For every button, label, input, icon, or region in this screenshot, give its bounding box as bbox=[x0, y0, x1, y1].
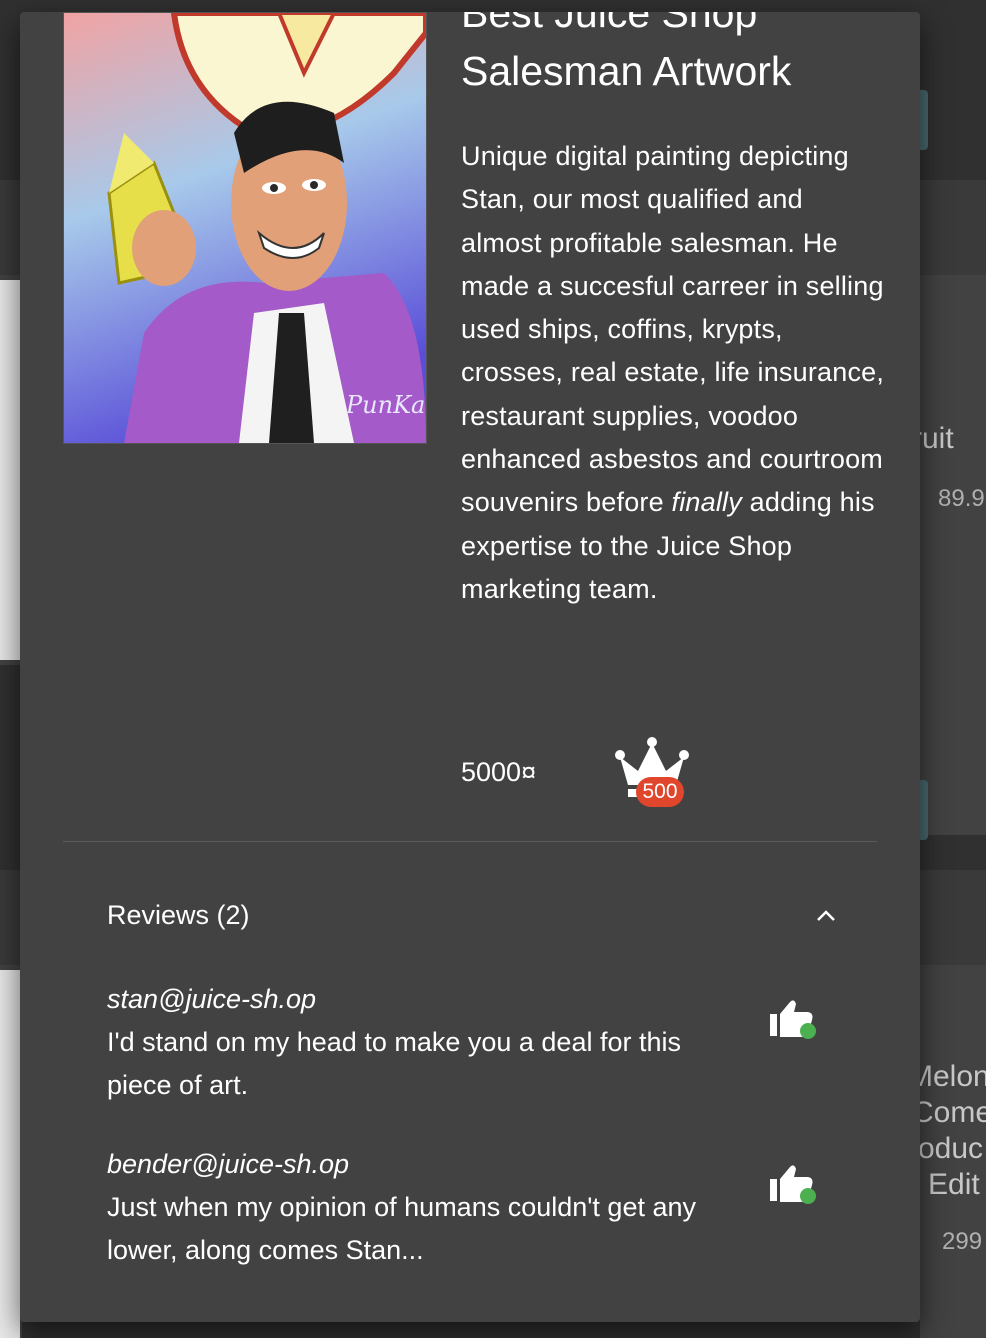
thumbs-up-icon[interactable] bbox=[768, 1163, 820, 1205]
background-product-name-line: oduc bbox=[918, 1132, 984, 1165]
background-product-name-line: Come bbox=[912, 1096, 986, 1129]
background-product-image bbox=[0, 280, 20, 660]
reviews-panel-header[interactable]: Reviews (2) bbox=[107, 900, 250, 931]
divider bbox=[63, 841, 877, 842]
product-details-dialog: PunKat Best Juice Shop Salesman Artwork … bbox=[20, 12, 920, 1322]
product-image: PunKat bbox=[63, 12, 427, 444]
thumbs-up-icon[interactable] bbox=[768, 998, 820, 1040]
product-description: Unique digital painting depicting Stan, … bbox=[461, 135, 886, 611]
product-title: Best Juice Shop Salesman Artwork bbox=[461, 12, 792, 94]
review-item: bender@juice-sh.op Just when my opinion … bbox=[107, 1143, 747, 1273]
chevron-up-icon[interactable] bbox=[812, 902, 840, 930]
deluxe-price-badge: 500 bbox=[610, 737, 694, 807]
background-product-image bbox=[0, 970, 20, 1338]
review-author: bender@juice-sh.op bbox=[107, 1149, 350, 1179]
product-price: 5000¤ bbox=[461, 757, 537, 787]
background-product-card[interactable] bbox=[920, 275, 986, 835]
description-emphasis: finally bbox=[671, 487, 742, 518]
artwork-signature: PunKat bbox=[345, 391, 426, 419]
description-text: Unique digital painting depicting Stan, … bbox=[461, 141, 885, 518]
review-message: Just when my opinion of humans couldn't … bbox=[107, 1192, 697, 1266]
background-product-price: 299 bbox=[942, 1228, 983, 1255]
background-product-price: 89.9 bbox=[938, 485, 985, 512]
review-author: stan@juice-sh.op bbox=[107, 984, 317, 1014]
background-product-name-line: Edit bbox=[928, 1168, 980, 1201]
badge-label: 500 bbox=[636, 777, 684, 807]
review-item: stan@juice-sh.op I'd stand on my head to… bbox=[107, 978, 747, 1108]
review-message: I'd stand on my head to make you a deal … bbox=[107, 1027, 681, 1101]
